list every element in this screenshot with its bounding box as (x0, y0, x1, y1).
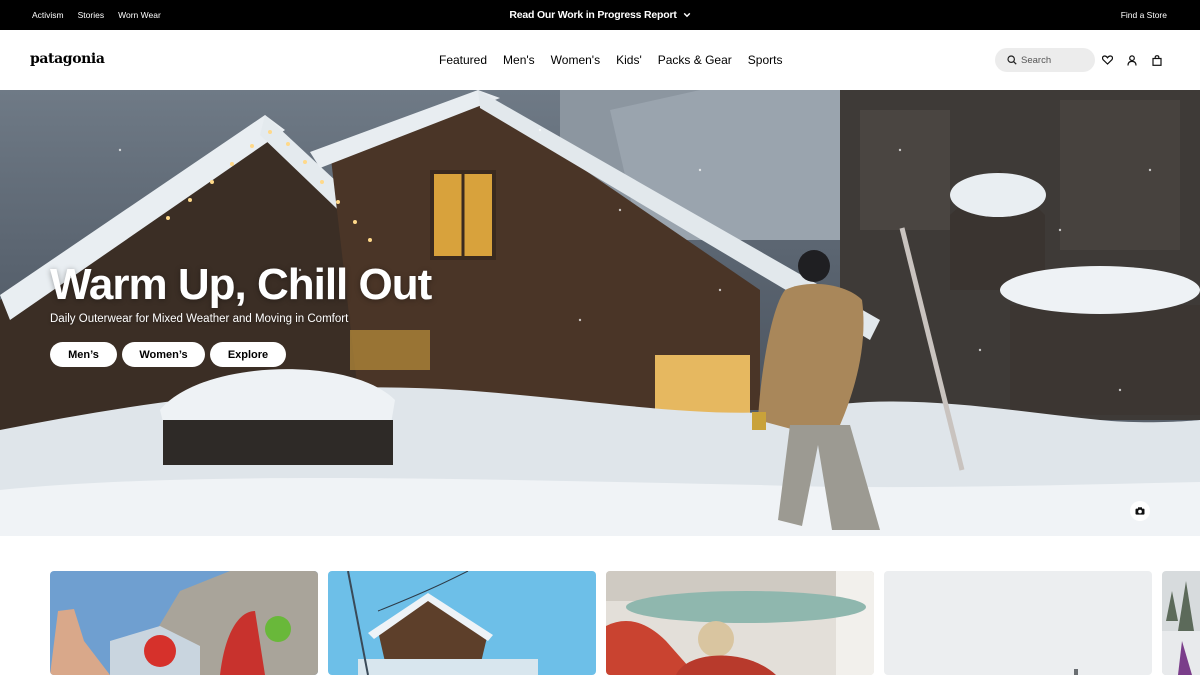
shop-mens-button[interactable]: Men’s (50, 342, 117, 367)
hero-subtitle: Daily Outerwear for Mixed Weather and Mo… (50, 313, 349, 325)
bag-icon[interactable] (1151, 52, 1163, 68)
announcement-bar: Activism Stories Worn Wear Read Our Work… (0, 0, 1200, 30)
heart-icon[interactable] (1101, 52, 1113, 68)
announcement-link[interactable]: Read Our Work in Progress Report (0, 0, 1200, 30)
story-card-forest[interactable] (1162, 571, 1200, 675)
story-cards (50, 571, 1200, 675)
search-input[interactable] (1021, 54, 1091, 66)
hero-title: Warm Up, Chill Out (50, 260, 432, 309)
story-card-image (1162, 571, 1200, 675)
story-card-cabin[interactable] (328, 571, 596, 675)
user-icon[interactable] (1126, 52, 1138, 68)
nav-mens[interactable]: Men's (503, 53, 535, 67)
story-card-image (884, 571, 1152, 675)
main-header: patagonia Featured Men's Women's Kids' P… (0, 30, 1200, 90)
story-card-climbers[interactable] (50, 571, 318, 675)
header-actions (1101, 52, 1163, 68)
story-card-snow[interactable] (884, 571, 1152, 675)
search-box[interactable] (995, 48, 1095, 72)
chevron-down-icon (683, 12, 690, 18)
search-icon (1007, 55, 1017, 65)
patagonia-logo[interactable]: patagonia (30, 51, 105, 67)
story-card-image (50, 571, 318, 675)
nav-kids[interactable]: Kids' (616, 53, 642, 67)
hero-banner: Warm Up, Chill Out Daily Outerwear for M… (0, 90, 1200, 536)
main-nav: Featured Men's Women's Kids' Packs & Gea… (439, 30, 798, 90)
story-card-image (606, 571, 874, 675)
story-card-surfboard[interactable] (606, 571, 874, 675)
nav-packs-gear[interactable]: Packs & Gear (658, 53, 732, 67)
hero-buttons: Men’s Women’s Explore (50, 342, 286, 367)
find-store-link[interactable]: Find a Store (1121, 10, 1167, 20)
camera-icon[interactable] (1130, 501, 1150, 521)
announcement-text: Read Our Work in Progress Report (509, 9, 677, 21)
story-card-image (328, 571, 596, 675)
explore-button[interactable]: Explore (210, 342, 286, 367)
nav-featured[interactable]: Featured (439, 53, 487, 67)
nav-sports[interactable]: Sports (748, 53, 783, 67)
shop-womens-button[interactable]: Women’s (122, 342, 205, 367)
nav-womens[interactable]: Women's (551, 53, 600, 67)
